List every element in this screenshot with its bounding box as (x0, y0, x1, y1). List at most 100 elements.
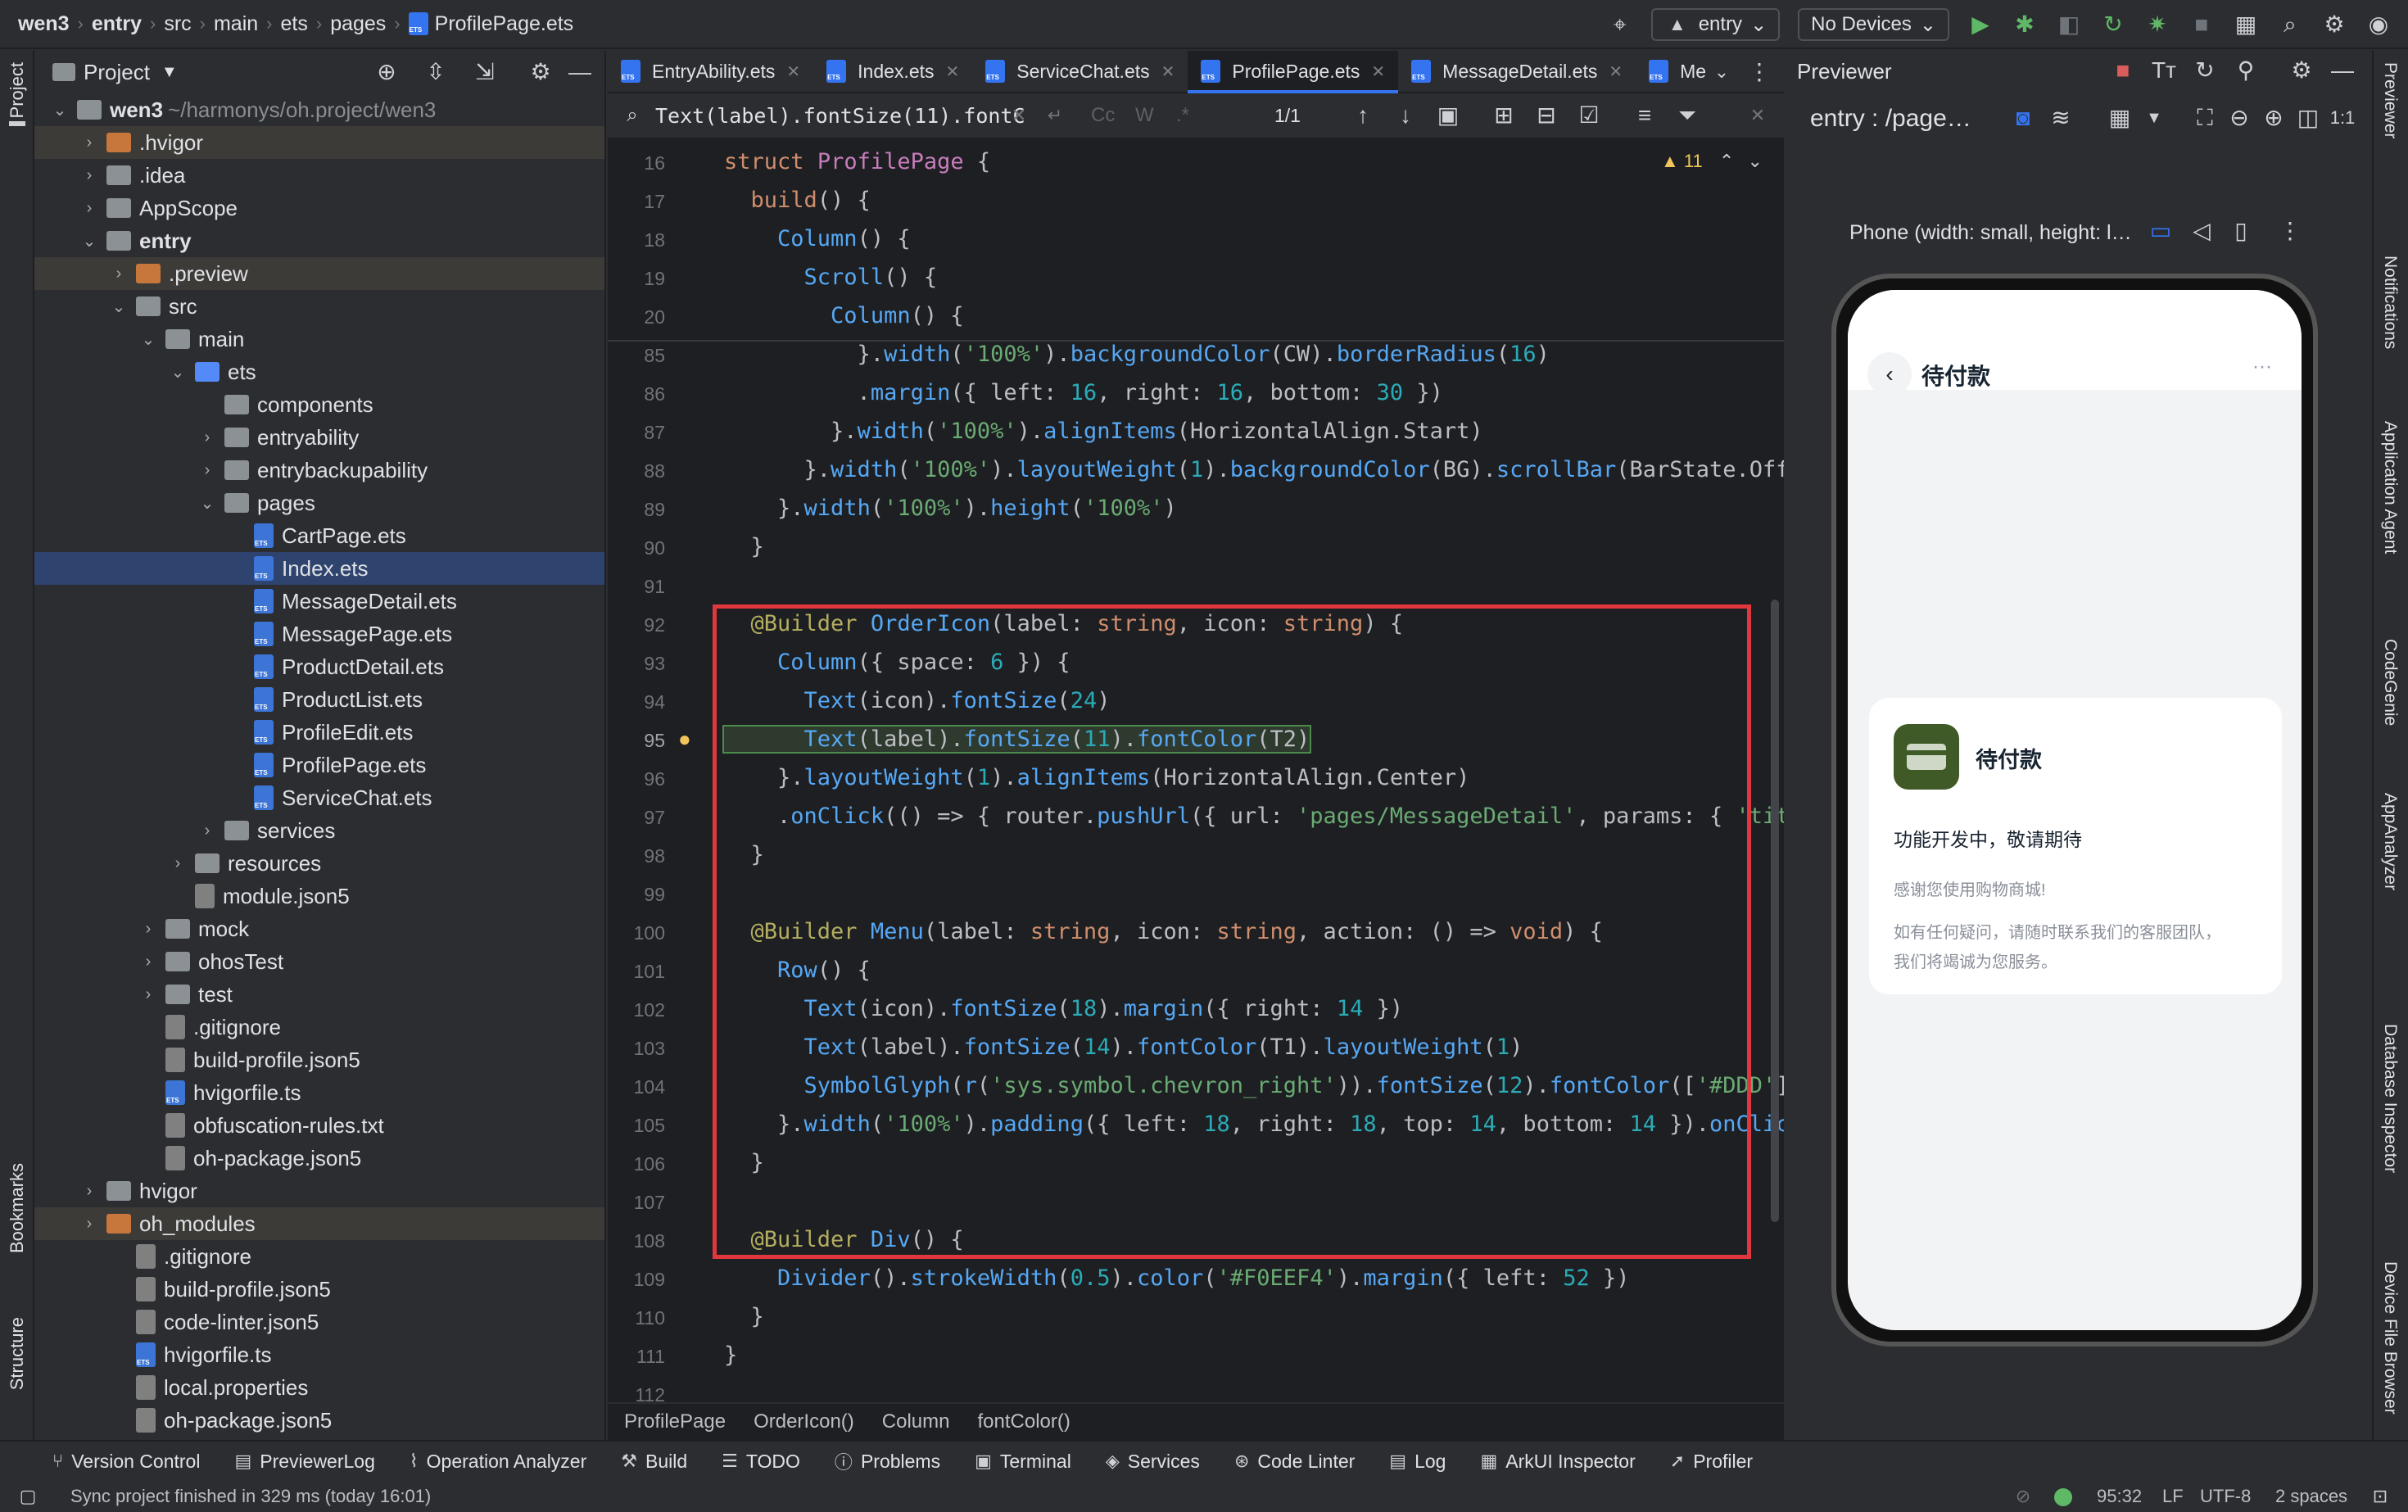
code-line[interactable]: } (724, 1304, 764, 1329)
select-all-occurrences-icon[interactable]: ☑ (1576, 102, 1602, 129)
tree-item[interactable]: module.json5 (34, 880, 604, 912)
tree-item[interactable]: oh-package.json5 (34, 1404, 604, 1437)
chevron-right-icon[interactable]: › (169, 854, 187, 873)
chevron-right-icon[interactable]: › (198, 461, 216, 480)
crumb-method[interactable]: fontColor() (977, 1410, 1070, 1433)
tree-item[interactable]: CartPage.ets (34, 519, 604, 552)
todo-button[interactable]: ☰ TODO (722, 1451, 800, 1473)
crumb-column[interactable]: Column (882, 1410, 950, 1433)
warning-count[interactable]: 11 (1684, 151, 1703, 171)
actual-size-icon[interactable]: 1:1 (2329, 105, 2356, 131)
tree-item[interactable]: ⌄ src (34, 290, 604, 323)
layout-icon[interactable]: ▢ (15, 1483, 41, 1510)
screenshot-icon[interactable]: ◫ (2295, 105, 2321, 131)
close-icon[interactable]: ✕ (1745, 102, 1771, 129)
crumb-module[interactable]: entry (92, 12, 142, 36)
editor-tab[interactable]: EntryAbility.ets ✕ (608, 51, 813, 92)
tree-item[interactable]: build-profile.json5 (34, 1273, 604, 1306)
chevron-right-icon[interactable]: › (198, 822, 216, 840)
application-agent-tool-button[interactable]: Application Agent (2380, 421, 2400, 554)
tree-item[interactable]: › entrybackupability (34, 454, 604, 487)
in-selection-icon[interactable]: ≡ (1632, 102, 1658, 129)
crumb-builder[interactable]: OrderIcon() (754, 1410, 854, 1433)
device-manager-icon[interactable]: ▦ (2233, 11, 2259, 38)
code-line[interactable]: }.width('100%').layoutWeight(1).backgrou… (724, 457, 1784, 482)
chevron-right-icon[interactable]: › (80, 1182, 98, 1201)
previewer-tool-button[interactable]: Previewer (2380, 62, 2400, 138)
refresh-icon[interactable]: ↻ (2192, 57, 2218, 84)
match-case-toggle[interactable]: Cc (1091, 104, 1115, 127)
notifications-tool-button[interactable]: Notifications (2380, 256, 2400, 349)
debug-icon[interactable]: ✱ (2012, 11, 2038, 38)
file-encoding[interactable]: UTF-8 (2200, 1486, 2251, 1507)
tree-item[interactable]: ProfileEdit.ets (34, 716, 604, 749)
code-line[interactable]: .margin({ left: 16, right: 16, bottom: 3… (724, 380, 1443, 405)
tree-item[interactable]: MessageDetail.ets (34, 585, 604, 618)
tree-item[interactable]: oh-package.json5 (34, 1142, 604, 1175)
close-tab-icon[interactable]: ✕ (1609, 61, 1623, 82)
tree-item[interactable]: ⌄ pages (34, 487, 604, 519)
code-line[interactable]: Divider().strokeWidth(0.5).color('#F0EEF… (724, 1265, 1629, 1291)
editor-scrollbar[interactable] (1771, 600, 1779, 1222)
tree-item[interactable]: › .preview (34, 257, 604, 290)
tree-item[interactable]: hvigorfile.ts (34, 1076, 604, 1109)
editor-tab[interactable]: Index.ets ✕ (813, 51, 972, 92)
tree-item[interactable]: › oh_modules (34, 1207, 604, 1240)
tree-item[interactable]: ⌄ ets (34, 355, 604, 388)
pin-icon[interactable]: ⚲ (2233, 57, 2259, 84)
more-icon[interactable]: ⋮ (2277, 218, 2303, 244)
line-separator[interactable]: LF (2162, 1486, 2184, 1507)
code-line[interactable]: } (724, 534, 764, 559)
tree-item[interactable]: MessagePage.ets (34, 618, 604, 650)
chevron-down-icon[interactable]: ⌄ (80, 231, 98, 251)
tree-item[interactable]: Index.ets (34, 552, 604, 585)
minimize-icon[interactable]: — (567, 59, 593, 85)
code-line[interactable]: } (724, 1342, 737, 1368)
chevron-down-icon[interactable]: ⌄ (169, 362, 187, 383)
operation-analyzer-button[interactable]: ⌇ Operation Analyzer (410, 1451, 586, 1473)
tree-item[interactable]: › test (34, 978, 604, 1011)
crumb-struct[interactable]: ProfilePage (624, 1410, 726, 1433)
tree-item[interactable]: .gitignore (34, 1240, 604, 1273)
editor-tab[interactable]: Me (1636, 51, 1719, 92)
profile-icon[interactable]: ✷ (2144, 11, 2170, 38)
crumb-main[interactable]: main (214, 12, 258, 36)
build-button[interactable]: ⚒ Build (621, 1451, 687, 1473)
version-control-button[interactable]: ⑂ Version Control (52, 1451, 200, 1473)
tree-item[interactable]: ServiceChat.ets (34, 781, 604, 814)
words-toggle[interactable]: W (1135, 104, 1154, 127)
zoom-in-icon[interactable]: ⊕ (2261, 105, 2287, 131)
device-mode-icon[interactable]: ▭ (2148, 218, 2174, 244)
codegenie-tool-button[interactable]: CodeGenie (2380, 639, 2400, 726)
code-line[interactable]: }.width('100%').alignItems(HorizontalAli… (724, 419, 1483, 444)
tree-item[interactable]: ⌄ main (34, 323, 604, 355)
chevron-right-icon[interactable]: › (198, 428, 216, 447)
close-tab-icon[interactable]: ✕ (946, 61, 960, 82)
appanalyzer-tool-button[interactable]: AppAnalyzer (2380, 793, 2400, 890)
database-inspector-tool-button[interactable]: Database Inspector (2380, 1024, 2400, 1173)
tree-item[interactable]: ProductList.ets (34, 683, 604, 716)
code-line[interactable]: Scroll() { (724, 265, 938, 290)
close-tab-icon[interactable]: ✕ (1161, 61, 1175, 82)
status-indicator-icon[interactable] (2054, 1488, 2072, 1506)
regex-toggle[interactable]: .* (1176, 104, 1189, 127)
device-dropdown[interactable]: No Devices ⌄ (1798, 8, 1949, 41)
close-tab-icon[interactable]: ✕ (786, 61, 800, 82)
remove-selection-icon[interactable]: ⊟ (1533, 102, 1559, 129)
code-linter-button[interactable]: ⊛ Code Linter (1234, 1451, 1355, 1473)
code-line[interactable]: Column() { (724, 303, 964, 328)
code-line[interactable]: build() { (724, 188, 871, 213)
crumb-src[interactable]: src (164, 12, 191, 36)
tree-item[interactable]: › mock (34, 912, 604, 945)
chevron-down-icon[interactable]: ⌄ (110, 297, 128, 317)
grid-icon[interactable]: ▦ (2107, 105, 2133, 131)
code-line[interactable]: }.width('100%').backgroundColor(CW).bord… (724, 342, 1550, 367)
indent-setting[interactable]: 2 spaces (2275, 1486, 2347, 1507)
chevron-right-icon[interactable]: › (139, 985, 157, 1004)
expand-all-icon[interactable]: ⇳ (423, 59, 449, 85)
project-title[interactable]: Project (84, 60, 150, 85)
preview-page-select[interactable]: entry : /page… (1810, 105, 1971, 133)
chevron-right-icon[interactable]: › (110, 265, 128, 283)
device-file-browser-tool-button[interactable]: Device File Browser (2380, 1261, 2400, 1415)
search-icon[interactable]: ⌕ (2277, 11, 2303, 38)
